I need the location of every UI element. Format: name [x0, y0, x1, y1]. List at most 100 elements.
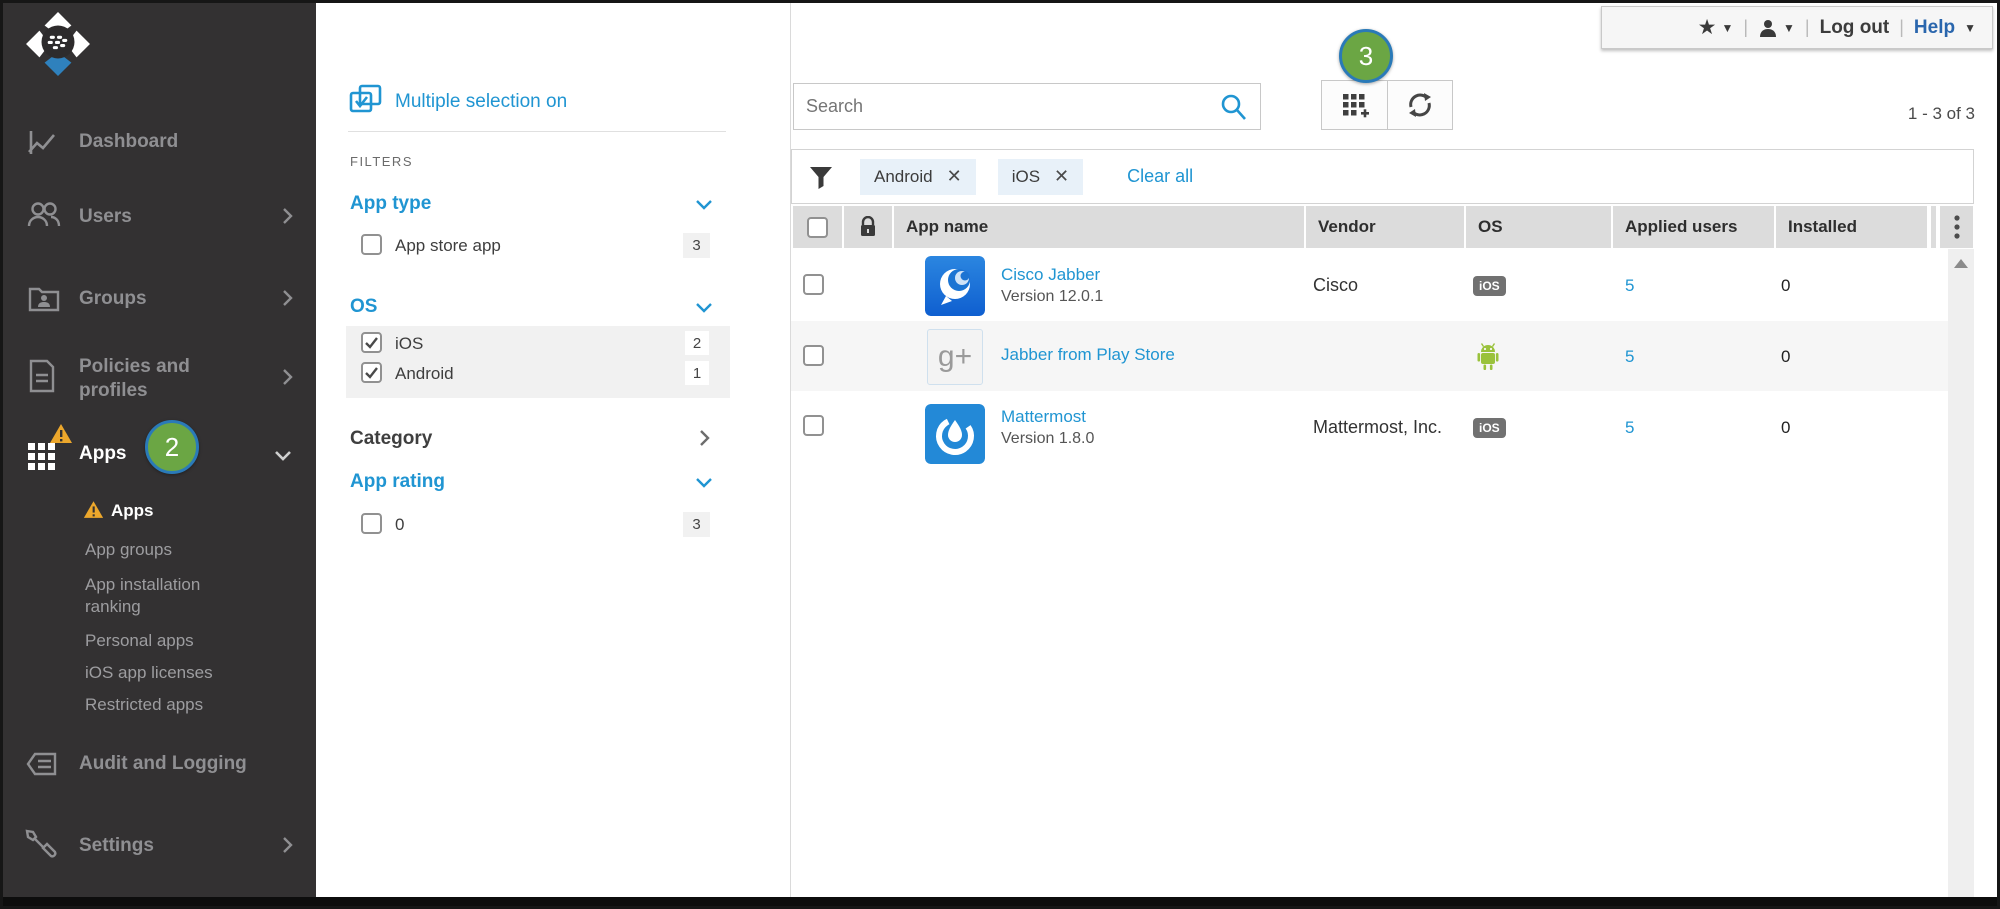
multiple-selection-toggle[interactable]: Multiple selection on: [395, 91, 567, 113]
sidebar-subitem-app-groups[interactable]: App groups: [85, 540, 172, 560]
filter-chip-android[interactable]: Android ✕: [860, 158, 976, 195]
warning-triangle-icon: [50, 424, 72, 443]
users-icon: [27, 202, 61, 227]
lock-icon: [861, 216, 875, 236]
remove-chip-icon[interactable]: ✕: [1054, 166, 1069, 187]
refresh-button[interactable]: [1387, 81, 1452, 129]
sidebar-item-users[interactable]: Users: [79, 206, 132, 228]
column-header-installed[interactable]: Installed: [1776, 206, 1927, 248]
apps-grid-icon: [28, 443, 55, 470]
chevron-right-icon: [283, 208, 293, 224]
scroll-up-arrow[interactable]: [1954, 259, 1968, 268]
user-icon[interactable]: [1758, 18, 1778, 38]
sidebar-item-label: Groups: [79, 288, 147, 309]
column-header-vendor[interactable]: Vendor: [1306, 206, 1464, 248]
sidebar-item-settings[interactable]: Settings: [79, 835, 154, 857]
table-row[interactable]: g+ Jabber from Play Store 5 0: [791, 321, 1948, 391]
table-scrollbar[interactable]: [1948, 249, 1974, 901]
sidebar: Dashboard Users Groups Policies and prof…: [3, 3, 316, 906]
sidebar-item-policies-profiles[interactable]: Policies and profiles: [79, 355, 249, 403]
vendor-cell: Mattermost, Inc.: [1313, 417, 1443, 437]
annotation-step-2-badge: 2: [145, 420, 199, 474]
chevron-down-icon[interactable]: [695, 302, 713, 314]
sidebar-subitem-personal-apps[interactable]: Personal apps: [85, 631, 194, 651]
log-out-link[interactable]: Log out: [1820, 17, 1890, 39]
row-checkbox[interactable]: [803, 345, 824, 366]
sidebar-subitem-label: Personal apps: [85, 631, 194, 650]
filter-checkbox-ios[interactable]: [361, 332, 382, 353]
sidebar-item-label: Settings: [79, 835, 154, 856]
chevron-down-icon[interactable]: [695, 199, 713, 211]
sidebar-item-audit-logging[interactable]: Audit and Logging: [79, 753, 247, 775]
annotation-step-3-number: 3: [1358, 40, 1374, 71]
filter-checkbox-android[interactable]: [361, 362, 382, 383]
chevron-right-icon: [283, 290, 293, 306]
filter-group-app-type[interactable]: App type: [350, 193, 431, 215]
select-all-cell: [793, 206, 842, 248]
applied-users-link[interactable]: 5: [1625, 276, 1634, 296]
dashboard-chart-icon: [28, 131, 55, 154]
mattermost-app-icon: [925, 404, 985, 464]
filter-group-title: App type: [350, 193, 432, 214]
caret-down-icon[interactable]: ▼: [1721, 21, 1733, 35]
column-header-app-name[interactable]: App name: [894, 206, 1304, 248]
sidebar-item-apps[interactable]: Apps: [79, 443, 127, 465]
multiple-selection-icon: [349, 84, 382, 113]
sidebar-item-label: Users: [79, 206, 132, 227]
app-name-link[interactable]: Mattermost: [1001, 407, 1094, 427]
sidebar-item-groups[interactable]: Groups: [79, 288, 147, 310]
select-all-checkbox[interactable]: [807, 216, 828, 238]
filter-group-os[interactable]: OS: [350, 296, 377, 318]
filter-count-badge: 3: [683, 233, 710, 258]
kebab-menu-icon: [1953, 215, 1960, 239]
sidebar-item-dashboard[interactable]: Dashboard: [79, 131, 178, 153]
sidebar-subitem-app-installation-ranking[interactable]: App installation ranking: [85, 574, 235, 618]
filter-chip-ios[interactable]: iOS ✕: [997, 158, 1084, 195]
active-filters-bar: Android ✕ iOS ✕ Clear all: [791, 149, 1974, 204]
clear-all-link[interactable]: Clear all: [1127, 166, 1193, 187]
separator: |: [1899, 17, 1904, 37]
sidebar-item-label: Apps: [79, 443, 127, 464]
filter-checkbox-rating-0[interactable]: [361, 513, 382, 534]
pagination-range: 1 - 3 of 3: [1907, 104, 1975, 123]
applied-users-link[interactable]: 5: [1625, 347, 1634, 367]
chevron-right-icon[interactable]: [699, 429, 711, 447]
help-link[interactable]: Help: [1914, 17, 1955, 39]
filter-count-badge: 1: [685, 361, 709, 385]
row-checkbox[interactable]: [803, 415, 824, 436]
app-version: Version 12.0.1: [1001, 288, 1104, 305]
table-row[interactable]: Cisco Jabber Version 12.0.1 Cisco iOS 5 …: [791, 249, 1948, 321]
filter-group-category[interactable]: Category: [350, 428, 432, 450]
filter-group-title: OS: [350, 296, 378, 317]
column-options-menu[interactable]: [1940, 206, 1973, 248]
favorites-star-icon[interactable]: ★: [1698, 15, 1717, 40]
sidebar-subitem-restricted-apps[interactable]: Restricted apps: [85, 695, 203, 715]
app-name-link[interactable]: Cisco Jabber: [1001, 265, 1103, 285]
cisco-jabber-app-icon: [925, 256, 985, 316]
row-checkbox[interactable]: [803, 274, 824, 295]
column-header-os[interactable]: OS: [1466, 206, 1611, 248]
column-header-applied-users[interactable]: Applied users: [1613, 206, 1774, 248]
applied-users-link[interactable]: 5: [1625, 418, 1634, 438]
search-icon[interactable]: [1218, 92, 1248, 122]
search-input[interactable]: [794, 96, 1218, 117]
remove-chip-icon[interactable]: ✕: [947, 166, 962, 187]
filter-checkbox-app-store-app[interactable]: [361, 234, 382, 255]
caret-down-icon[interactable]: ▼: [1964, 21, 1976, 35]
chevron-down-icon[interactable]: [695, 477, 713, 489]
caret-down-icon[interactable]: ▼: [1783, 21, 1795, 35]
filter-group-app-rating[interactable]: App rating: [350, 471, 445, 493]
sidebar-subitem-ios-app-licenses[interactable]: iOS app licenses: [85, 663, 213, 683]
google-play-app-icon: g+: [927, 329, 983, 385]
chip-label: Android: [874, 166, 933, 186]
table-row[interactable]: Mattermost Version 1.8.0 Mattermost, Inc…: [791, 391, 1948, 464]
sidebar-subitem-apps[interactable]: Apps: [111, 501, 154, 521]
add-app-button[interactable]: [1322, 81, 1387, 129]
chevron-down-icon: [275, 451, 291, 461]
add-app-grid-icon: [1342, 94, 1369, 118]
blackberry-uem-logo-icon: [26, 12, 90, 76]
os-badge-android-icon: [1477, 343, 1499, 370]
policies-document-icon: [29, 359, 55, 393]
uem-console-page: Dashboard Users Groups Policies and prof…: [0, 0, 2000, 909]
app-name-link[interactable]: Jabber from Play Store: [1001, 345, 1175, 365]
